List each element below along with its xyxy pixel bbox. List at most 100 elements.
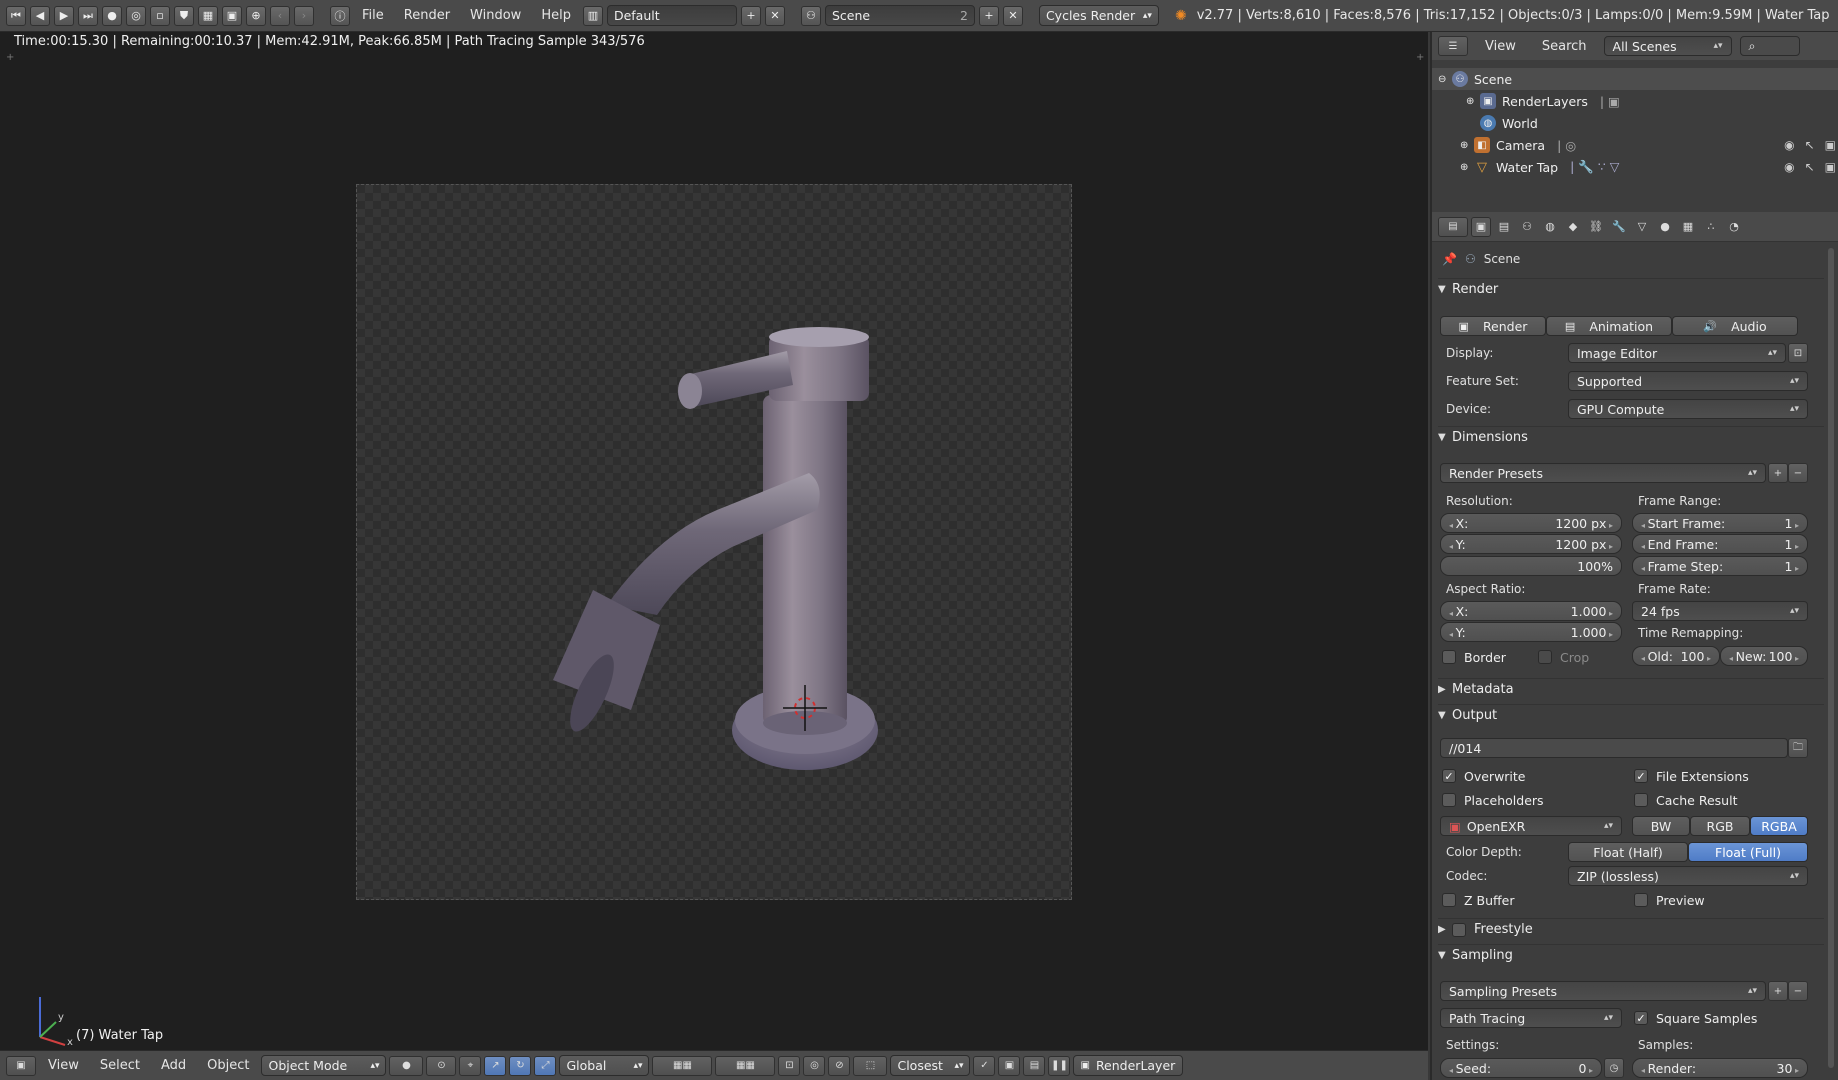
tab-render-icon[interactable]: ▣ [1471, 216, 1491, 237]
jump-end-icon[interactable]: ⏭ [78, 5, 98, 26]
visibility-eye-icon[interactable]: ◉ [1784, 138, 1794, 152]
scene-field[interactable]: Scene 2 [824, 5, 975, 26]
image-icon[interactable]: ▣ [222, 5, 242, 26]
expand-icon[interactable]: ⊕ [1460, 162, 1474, 173]
pause-icon[interactable]: ❚❚ [1048, 1055, 1071, 1076]
folder-icon[interactable]: 🗀 [1788, 738, 1808, 758]
rotate-icon[interactable]: ↻ [509, 1055, 532, 1076]
play-icon[interactable]: ▶ [54, 5, 74, 26]
end-frame-field[interactable]: End Frame: 1 [1632, 534, 1808, 554]
properties-editor-icon[interactable]: ▤ [1438, 216, 1468, 237]
info-editor-icon[interactable]: ⓘ [330, 5, 350, 26]
orientation-dropdown[interactable]: Global ▴▾ [559, 1055, 650, 1076]
color-rgb-button[interactable]: RGB [1690, 816, 1750, 836]
menu-add[interactable]: Add [152, 1058, 195, 1073]
resolution-percent-field[interactable]: 100% [1440, 556, 1622, 576]
menu-view[interactable]: View [39, 1058, 88, 1073]
device-dropdown[interactable]: GPU Compute ▴▾ [1568, 399, 1808, 419]
float-half-button[interactable]: Float (Half) [1568, 842, 1688, 862]
render-camera-icon[interactable]: ▣ [1825, 138, 1836, 152]
select-arrow-icon[interactable]: ↖ [1805, 160, 1815, 174]
outliner-filter-dropdown[interactable]: All Scenes ▴▾ [1603, 36, 1732, 56]
menu-file[interactable]: File [354, 8, 392, 23]
scene-icon[interactable]: ⚇ [800, 5, 821, 26]
render-samples-field[interactable]: Render: 30 [1632, 1058, 1808, 1078]
3d-viewport[interactable]: Time:00:15.30 | Remaining:00:10.37 | Mem… [0, 32, 1428, 1050]
pin-icon[interactable]: 📌 [1442, 252, 1457, 266]
cache-result-checkbox[interactable]: Cache Result [1634, 790, 1737, 810]
expand-icon[interactable]: ⊕ [1466, 96, 1480, 107]
proportional-icon[interactable]: ◎ [803, 1055, 826, 1076]
panel-sampling-header[interactable]: ▼ Sampling [1438, 944, 1824, 966]
select-arrow-icon[interactable]: ↖ [1805, 138, 1815, 152]
panel-output-header[interactable]: ▼ Output [1438, 704, 1824, 726]
square-samples-checkbox[interactable]: ✓ Square Samples [1634, 1008, 1757, 1028]
resolution-y-field[interactable]: Y: 1200 px [1440, 534, 1622, 554]
panel-dimensions-header[interactable]: ▼ Dimensions [1438, 426, 1824, 448]
layers-grid-icon[interactable]: ▦▦ [652, 1055, 713, 1076]
render-presets-dropdown[interactable]: Render Presets ▴▾ [1440, 463, 1766, 483]
translate-icon[interactable]: ↗ [484, 1055, 507, 1076]
remove-preset-icon[interactable]: − [1788, 463, 1808, 483]
manipulator-icon[interactable]: ⌖ [459, 1055, 482, 1076]
prev-icon[interactable]: ‹ [270, 5, 290, 26]
tab-object-icon[interactable]: ◆ [1563, 217, 1583, 237]
start-frame-field[interactable]: Start Frame: 1 [1632, 513, 1808, 533]
menu-help[interactable]: Help [533, 8, 579, 23]
add-layout-icon[interactable]: + [740, 5, 761, 26]
resolution-x-field[interactable]: X: 1200 px [1440, 513, 1622, 533]
tab-world-icon[interactable]: ◍ [1540, 217, 1560, 237]
menu-select[interactable]: Select [91, 1058, 149, 1073]
panel-freestyle-header[interactable]: ▶ Freestyle [1438, 918, 1824, 940]
animation-button[interactable]: ▤ Animation [1546, 316, 1672, 336]
panel-metadata-header[interactable]: ▶ Metadata [1438, 678, 1824, 700]
tab-modifiers-icon[interactable]: 🔧 [1609, 217, 1629, 237]
overwrite-checkbox[interactable]: ✓ Overwrite [1442, 766, 1526, 786]
outliner-item-world[interactable]: ◍ World [1432, 112, 1838, 134]
visibility-eye-icon[interactable]: ◉ [1784, 160, 1794, 174]
snap-align-icon[interactable]: ✓ [973, 1055, 996, 1076]
animated-seed-icon[interactable]: ◷ [1604, 1058, 1624, 1078]
shading-icon[interactable]: ● [389, 1055, 424, 1076]
audio-button[interactable]: 🔊 Audio [1672, 316, 1798, 336]
output-path-input[interactable]: //014 [1440, 738, 1788, 758]
tab-data-icon[interactable]: ▽ [1632, 217, 1652, 237]
frame-rate-dropdown[interactable]: 24 fps ▴▾ [1632, 601, 1808, 621]
placeholders-checkbox[interactable]: Placeholders [1442, 790, 1544, 810]
expand-icon[interactable]: ⊕ [1460, 140, 1474, 151]
color-bw-button[interactable]: BW [1632, 816, 1690, 836]
add-preset-icon[interactable]: + [1768, 463, 1788, 483]
float-full-button[interactable]: Float (Full) [1688, 842, 1808, 862]
crop-checkbox[interactable]: Crop [1538, 647, 1589, 667]
next-icon[interactable]: › [294, 5, 314, 26]
seed-field[interactable]: Seed: 0 [1440, 1058, 1602, 1078]
panel-render-header[interactable]: ▼ Render [1438, 278, 1824, 300]
freestyle-checkbox[interactable] [1452, 922, 1466, 937]
border-checkbox[interactable]: Border [1442, 647, 1506, 667]
shield-icon[interactable]: ⛊ [174, 5, 194, 26]
outliner-item-water-tap[interactable]: ⊕ ▽ Water Tap | 🔧 ∵ ▽ ◉ ↖ ▣ [1432, 156, 1838, 178]
lock-icon[interactable]: ⊡ [778, 1055, 801, 1076]
snap-icon[interactable]: ⊘ [828, 1055, 851, 1076]
layers-grid-icon-2[interactable]: ▦▦ [715, 1055, 776, 1076]
render-camera-icon[interactable]: ▣ [1825, 160, 1836, 174]
menu-window[interactable]: Window [462, 8, 529, 23]
outliner-item-renderlayers[interactable]: ⊕ ▣ RenderLayers | ▣ [1432, 90, 1838, 112]
remove-layout-icon[interactable]: ✕ [764, 5, 785, 26]
outliner-item-scene[interactable]: ⊖ ⚇ Scene [1432, 68, 1838, 90]
frame-step-field[interactable]: Frame Step: 1 [1632, 556, 1808, 576]
integrator-dropdown[interactable]: Path Tracing ▴▾ [1440, 1008, 1622, 1028]
snap-target-dropdown[interactable]: Closest ▴▾ [890, 1055, 971, 1076]
remove-scene-icon[interactable]: ✕ [1002, 5, 1023, 26]
menu-object[interactable]: Object [198, 1058, 258, 1073]
tab-texture-icon[interactable]: ▦ [1678, 217, 1698, 237]
outliner-menu-search[interactable]: Search [1533, 39, 1596, 54]
editor-type-icon[interactable]: ▣ [6, 1055, 36, 1076]
z-buffer-checkbox[interactable]: Z Buffer [1442, 890, 1514, 910]
tab-scene-icon[interactable]: ⚇ [1517, 217, 1537, 237]
preview-checkbox[interactable]: Preview [1634, 890, 1705, 910]
tab-render-layers-icon[interactable]: ▤ [1494, 217, 1514, 237]
feature-set-dropdown[interactable]: Supported ▴▾ [1568, 371, 1808, 391]
color-rgba-button[interactable]: RGBA [1750, 816, 1808, 836]
opengl-render-icon[interactable]: ▣ [998, 1055, 1021, 1076]
